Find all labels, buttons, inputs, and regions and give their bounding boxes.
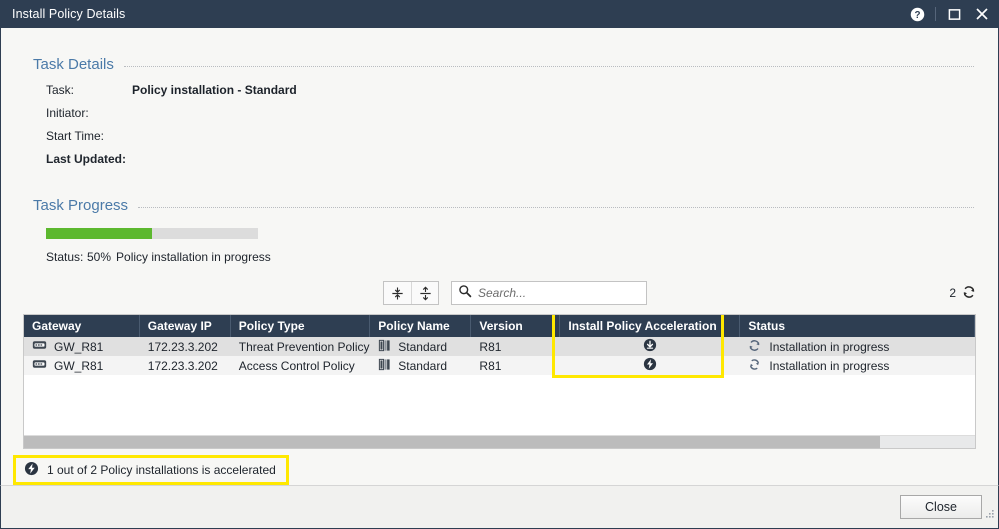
column-header-policy-name[interactable]: Policy Name xyxy=(369,315,472,337)
cell-gateway-ip: 172.23.3.202 xyxy=(139,337,231,356)
expand-all-icon[interactable] xyxy=(384,282,411,304)
task-progress-section-header: Task Progress xyxy=(1,197,998,214)
detail-label-initiator: Initiator: xyxy=(46,106,89,120)
lightning-bolt-icon xyxy=(24,461,39,479)
help-icon[interactable]: ? xyxy=(904,2,930,26)
gateway-icon xyxy=(32,339,47,354)
cell-status-text: Installation in progress xyxy=(769,358,890,373)
table-row[interactable]: GW_R81 172.23.3.202 Access Control Polic… xyxy=(24,356,975,375)
cell-version: R81 xyxy=(470,337,560,356)
detail-label-task: Task: xyxy=(46,83,75,97)
column-header-install-policy-acceleration[interactable]: Install Policy Acceleration xyxy=(559,315,741,337)
gateway-icon xyxy=(32,358,47,373)
window-controls: ? xyxy=(904,2,995,26)
search-icon xyxy=(458,284,472,303)
table-row[interactable]: GW_R81 172.23.3.202 Threat Prevention Po… xyxy=(24,337,975,356)
scrollbar-thumb[interactable] xyxy=(24,436,880,448)
close-icon[interactable] xyxy=(969,2,995,26)
task-details-list: Task: Policy installation - Standard Ini… xyxy=(1,83,998,175)
cell-gateway-text: GW_R81 xyxy=(54,339,104,354)
cell-install-policy-acceleration xyxy=(559,356,740,375)
install-policy-details-window: Install Policy Details ? Task Details Ta… xyxy=(0,0,999,529)
expand-collapse-group xyxy=(383,281,439,305)
column-header-policy-type[interactable]: Policy Type xyxy=(230,315,371,337)
refresh-icon[interactable] xyxy=(962,285,976,302)
progress-bar-track xyxy=(46,228,258,239)
task-progress-title: Task Progress xyxy=(33,197,129,214)
acceleration-summary-text: 1 out of 2 Policy installations is accel… xyxy=(47,463,276,477)
result-count: 2 xyxy=(949,286,956,300)
lightning-bolt-icon xyxy=(643,357,657,374)
window-title: Install Policy Details xyxy=(12,7,126,21)
horizontal-scrollbar[interactable] xyxy=(24,435,975,448)
policy-package-icon xyxy=(378,358,391,374)
cell-version: R81 xyxy=(470,356,560,375)
result-count-area: 2 xyxy=(949,285,976,302)
policy-package-icon xyxy=(378,339,391,355)
detail-label-last-updated: Last Updated: xyxy=(46,152,127,166)
cell-policy-name-text: Standard xyxy=(398,358,447,373)
dialog-body: Task Details Task: Policy installation -… xyxy=(0,28,999,485)
task-details-title: Task Details xyxy=(33,56,114,73)
cell-status: Installation in progress xyxy=(739,356,975,375)
cell-gateway: GW_R81 xyxy=(24,356,140,375)
status-label: Status: xyxy=(46,250,84,264)
detail-row-task: Task: Policy installation - Standard xyxy=(46,83,998,106)
in-progress-icon xyxy=(748,358,761,374)
maximize-icon[interactable] xyxy=(941,2,967,26)
cell-status: Installation in progress xyxy=(739,337,975,356)
table-toolbar: 2 xyxy=(1,278,998,308)
dialog-footer: Close xyxy=(0,485,999,529)
progress-area: Status: 50% Policy installation in progr… xyxy=(1,228,998,264)
section-divider xyxy=(123,66,974,67)
column-header-status[interactable]: Status xyxy=(739,315,975,337)
column-header-version[interactable]: Version xyxy=(470,315,561,337)
progress-status-text: Policy installation in progress xyxy=(116,250,271,264)
detail-row-start-time: Start Time: xyxy=(46,129,998,152)
in-progress-icon xyxy=(748,339,761,355)
progress-status-line: Status: 50% Policy installation in progr… xyxy=(46,250,998,264)
resize-grip[interactable] xyxy=(983,507,995,525)
progress-bar-fill xyxy=(46,228,152,239)
search-box[interactable] xyxy=(451,281,647,305)
cell-gateway: GW_R81 xyxy=(24,337,140,356)
table-header-row: Gateway Gateway IP Policy Type Policy Na… xyxy=(24,315,975,337)
cell-gateway-ip: 172.23.3.202 xyxy=(139,356,231,375)
targets-grid: Gateway Gateway IP Policy Type Policy Na… xyxy=(24,315,975,375)
acceleration-summary: 1 out of 2 Policy installations is accel… xyxy=(13,455,289,485)
acceleration-summary-wrap: 1 out of 2 Policy installations is accel… xyxy=(13,455,289,485)
progress-percent: 50% xyxy=(87,250,112,264)
download-arrow-icon xyxy=(643,338,657,355)
cell-policy-name-text: Standard xyxy=(398,339,447,354)
cell-policy-type: Threat Prevention Policy xyxy=(230,337,370,356)
titlebar-separator xyxy=(935,7,936,21)
task-details-section-header: Task Details xyxy=(1,56,998,73)
cell-policy-name: Standard xyxy=(369,356,471,375)
cell-install-policy-acceleration xyxy=(559,337,740,356)
svg-text:?: ? xyxy=(914,10,920,21)
detail-row-initiator: Initiator: xyxy=(46,106,998,129)
close-button[interactable]: Close xyxy=(900,495,982,519)
search-input[interactable] xyxy=(478,286,640,300)
title-bar: Install Policy Details ? xyxy=(0,0,999,28)
detail-row-last-updated: Last Updated: xyxy=(46,152,998,175)
section-divider xyxy=(138,207,974,208)
cell-policy-name: Standard xyxy=(369,337,471,356)
detail-value-task: Policy installation - Standard xyxy=(132,83,297,97)
cell-status-text: Installation in progress xyxy=(769,339,890,354)
cell-policy-type: Access Control Policy xyxy=(230,356,370,375)
column-header-gateway-ip[interactable]: Gateway IP xyxy=(139,315,231,337)
column-header-gateway[interactable]: Gateway xyxy=(24,315,140,337)
installation-targets-table: Gateway Gateway IP Policy Type Policy Na… xyxy=(23,314,976,449)
cell-gateway-text: GW_R81 xyxy=(54,358,104,373)
detail-label-start-time: Start Time: xyxy=(46,129,105,143)
collapse-all-icon[interactable] xyxy=(411,282,438,304)
